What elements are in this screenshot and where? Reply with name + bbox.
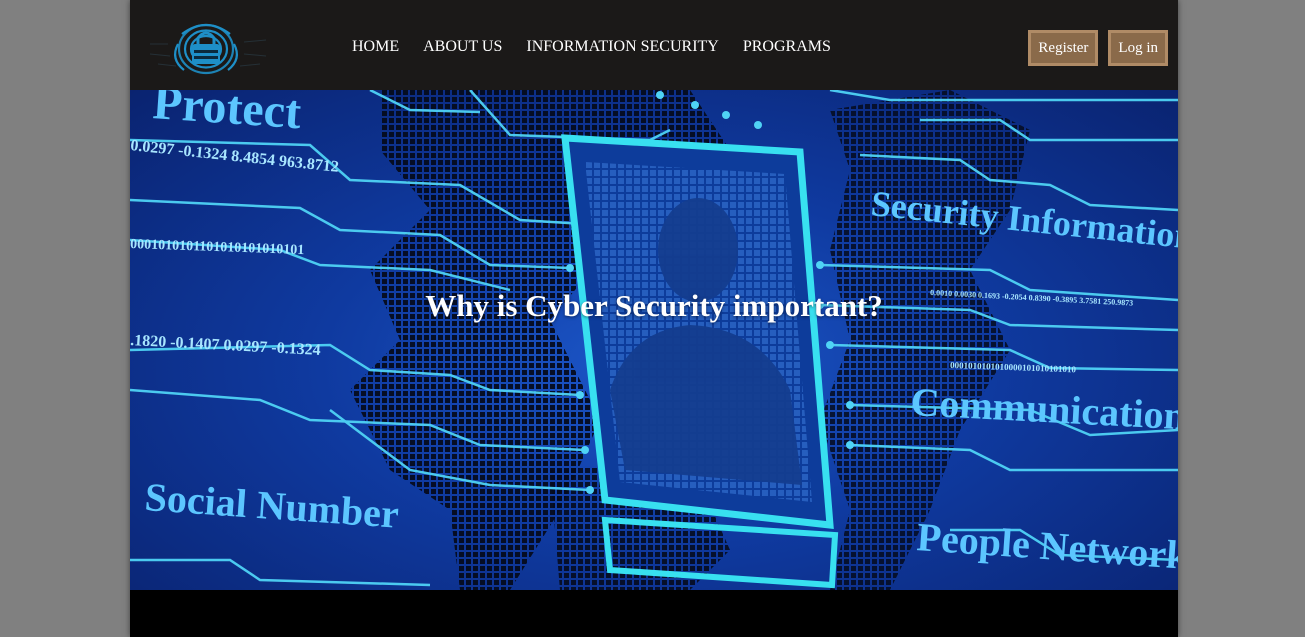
main-nav: HOME ABOUT US INFORMATION SECURITY PROGR… (352, 38, 831, 56)
svg-text:0001010101101010101010101: 0001010101101010101010101 (130, 237, 305, 258)
register-button[interactable]: Register (1028, 30, 1099, 66)
auth-buttons: Register Log in (1028, 30, 1168, 66)
svg-text:People Network: People Network (915, 514, 1178, 578)
navbar: HOME ABOUT US INFORMATION SECURITY PROGR… (130, 0, 1178, 90)
fingerprint-lock-logo[interactable] (148, 14, 268, 80)
page: HOME ABOUT US INFORMATION SECURITY PROGR… (130, 0, 1178, 637)
nav-link-programs[interactable]: PROGRAMS (743, 38, 831, 56)
login-button[interactable]: Log in (1108, 30, 1168, 66)
hero-title: Why is Cyber Security important? (425, 288, 883, 323)
nav-link-home[interactable]: HOME (352, 38, 399, 56)
page-bottom-band (130, 590, 1178, 637)
cyber-security-illustration: Protect 0.0297 -0.1324 8.4854 963.8712 0… (130, 90, 1178, 590)
nav-link-information-security[interactable]: INFORMATION SECURITY (526, 38, 718, 56)
svg-text:Social Number: Social Number (143, 474, 400, 537)
fingerprint-lock-icon (149, 23, 267, 75)
svg-text:Protect: Protect (151, 90, 303, 139)
svg-text:.1820 -0.1407 0.0297 -0.1324: .1820 -0.1407 0.0297 -0.1324 (130, 332, 321, 359)
hero-banner: Protect 0.0297 -0.1324 8.4854 963.8712 0… (130, 90, 1178, 590)
nav-link-about-us[interactable]: ABOUT US (423, 38, 502, 56)
